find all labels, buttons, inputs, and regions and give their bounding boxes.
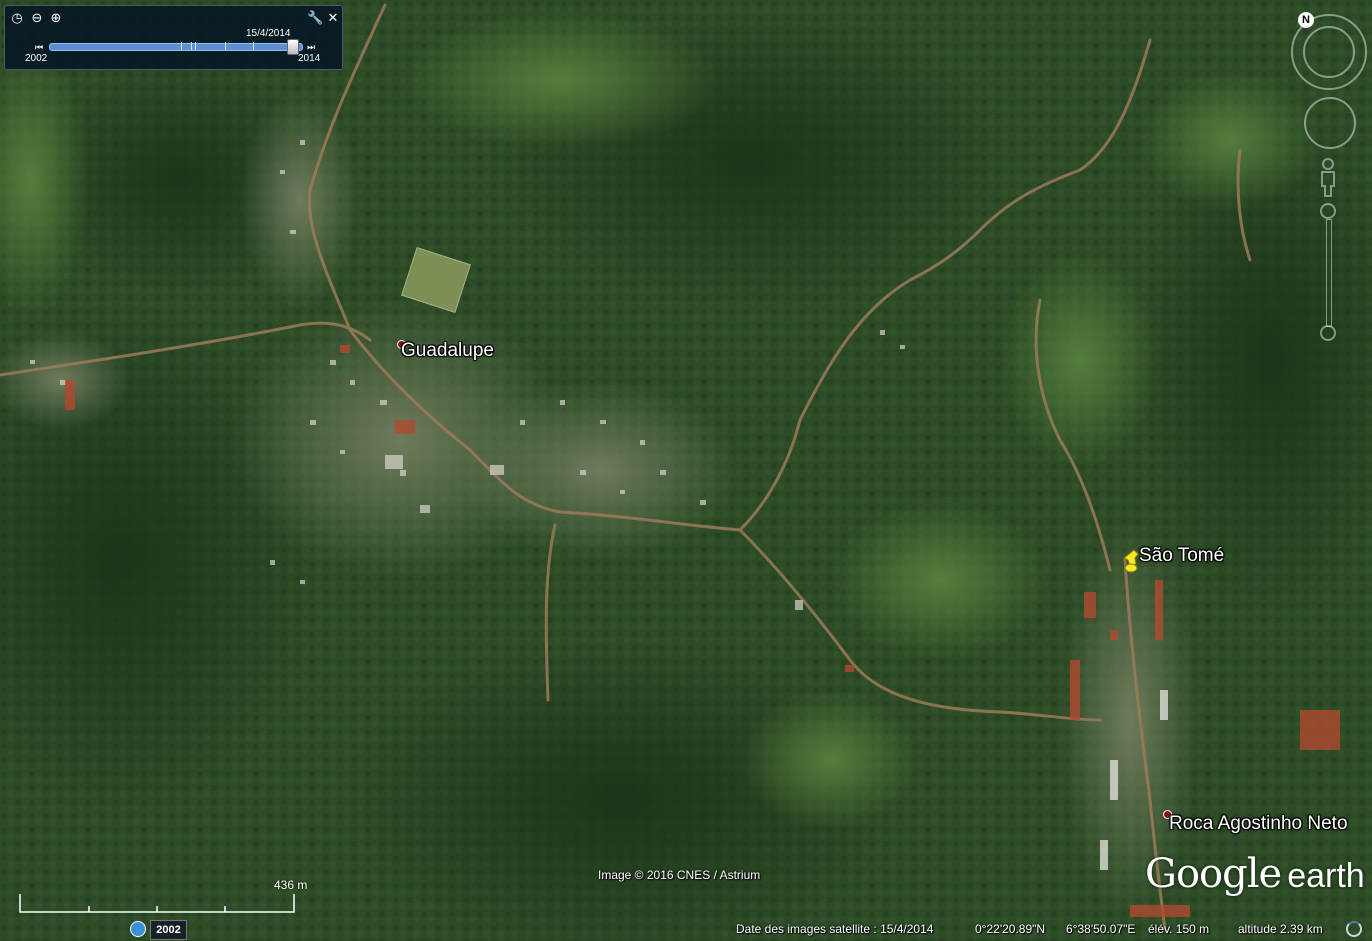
zoom-track[interactable] xyxy=(1326,219,1332,327)
imagery-credit: Image © 2016 CNES / Astrium xyxy=(598,868,761,882)
google-earth-logo: Google earth xyxy=(1145,851,1365,897)
slider-tick xyxy=(225,42,226,50)
longitude-readout: 6°38'50.07"E xyxy=(1066,922,1136,936)
north-up-icon[interactable]: N xyxy=(1298,12,1314,28)
historical-imagery-icon[interactable] xyxy=(130,921,146,937)
zoom-in-button[interactable] xyxy=(1320,203,1336,219)
street-view-pegman-icon[interactable] xyxy=(1318,158,1338,198)
altitude-readout: altitude 2.39 km xyxy=(1238,922,1323,936)
close-icon[interactable]: ✕ xyxy=(325,10,341,26)
slider-tick xyxy=(195,42,196,50)
historical-imagery-panel: ◷ ⊖ ⊕ 🔧 ✕ 15/4/2014 ⏮ ⏭ 2002 2014 xyxy=(4,5,343,70)
current-date-label: 15/4/2014 xyxy=(246,28,291,39)
slider-tick xyxy=(191,42,192,50)
move-joystick[interactable] xyxy=(1304,97,1356,149)
scale-bar xyxy=(19,894,295,913)
look-joystick-inner[interactable] xyxy=(1303,26,1355,78)
clock-icon[interactable]: ◷ xyxy=(9,10,25,26)
loading-spinner-icon xyxy=(1346,921,1362,937)
place-label-roca-agostinho-neto[interactable]: Roca Agostinho Neto xyxy=(1169,813,1348,835)
wrench-icon[interactable]: 🔧 xyxy=(307,10,323,26)
end-year-label: 2014 xyxy=(298,53,321,64)
slider-tick xyxy=(181,42,182,50)
imagery-date: Date des images satellite : 15/4/2014 xyxy=(736,922,934,936)
start-year-label: 2002 xyxy=(25,53,48,64)
time-slider-track[interactable] xyxy=(49,43,303,51)
status-bar: Date des images satellite : 15/4/2014 0°… xyxy=(0,918,1372,941)
place-label-guadalupe[interactable]: Guadalupe xyxy=(401,340,494,362)
elevation-readout: élév. 150 m xyxy=(1148,922,1210,936)
zoom-in-icon[interactable]: ⊕ xyxy=(48,10,64,26)
zoom-out-icon[interactable]: ⊖ xyxy=(29,10,45,26)
historical-year-badge[interactable]: 2002 xyxy=(150,920,187,940)
latitude-readout: 0°22'20.89"N xyxy=(975,922,1046,936)
place-label-sao-tome[interactable]: São Tomé xyxy=(1139,545,1224,567)
zoom-out-button[interactable] xyxy=(1320,325,1336,341)
scale-bar-label: 436 m xyxy=(274,878,308,892)
zoom-slider[interactable] xyxy=(1320,203,1336,343)
slider-tick xyxy=(253,42,254,50)
satellite-map[interactable] xyxy=(0,0,1372,941)
